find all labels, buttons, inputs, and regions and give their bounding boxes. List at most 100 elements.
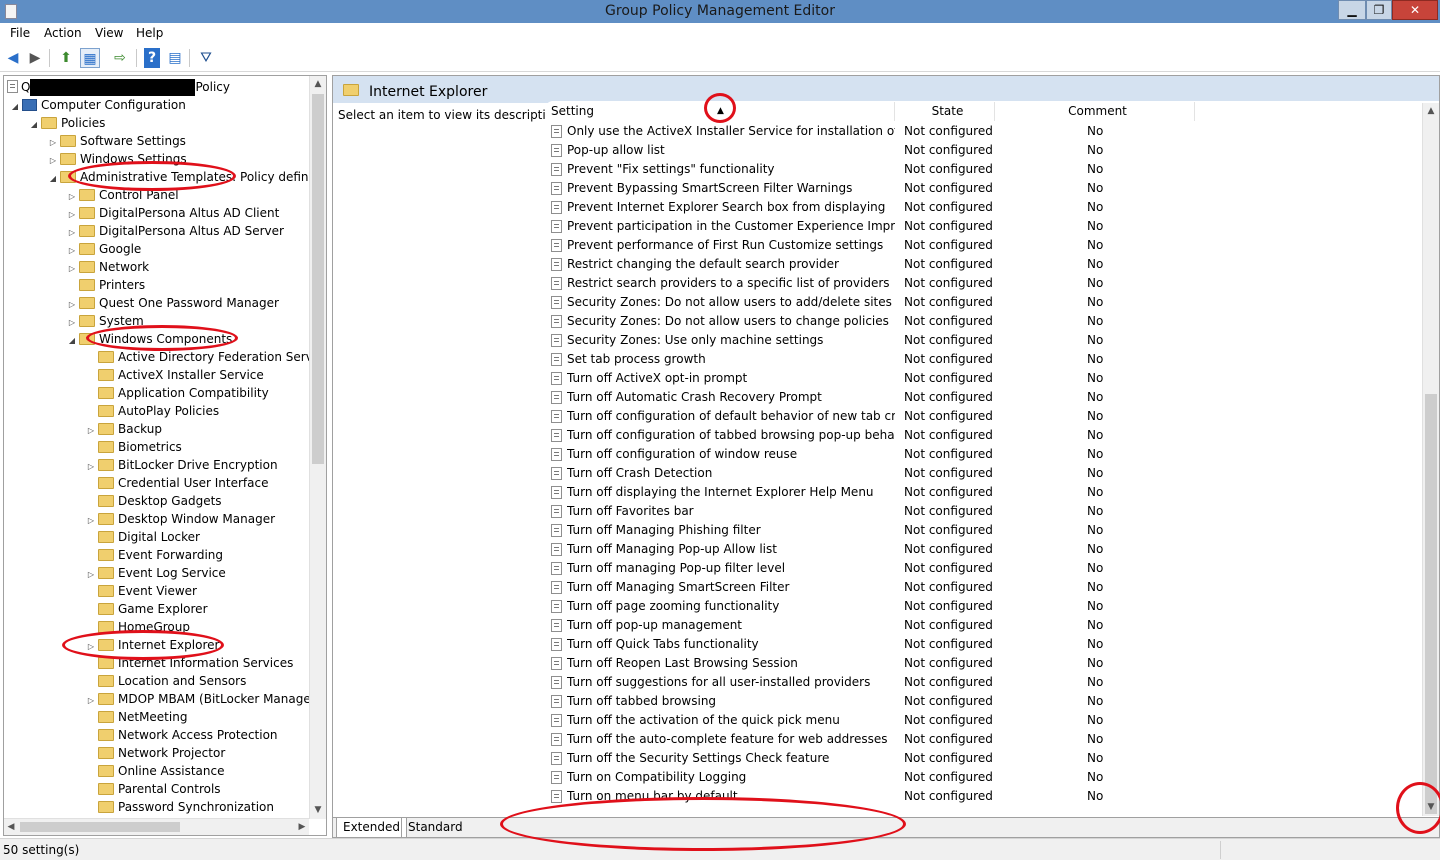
table-row[interactable]: Restrict search providers to a specific … <box>545 274 1425 293</box>
show-hide-tree-icon[interactable]: ▦ <box>80 48 100 68</box>
scroll-left-icon[interactable]: ◀ <box>4 819 18 835</box>
expanded-arrow-icon[interactable]: ◢ <box>29 116 39 134</box>
scroll-up-icon[interactable]: ▲ <box>1423 103 1439 120</box>
tree-item[interactable]: ▷ BitLocker Drive Encryption <box>86 456 278 474</box>
column-header-state[interactable]: State <box>895 102 995 121</box>
tree-item[interactable]: ▷ System <box>67 312 144 330</box>
minimize-button[interactable]: ▁ <box>1338 0 1366 20</box>
table-row[interactable]: Turn off configuration of window reuse No… <box>545 445 1425 464</box>
table-row[interactable]: Turn on Compatibility Logging Not configu… <box>545 768 1425 787</box>
tree-item[interactable]: ▷ DigitalPersona Altus AD Server <box>67 222 284 240</box>
tree-item[interactable]: ▷ Quest One Password Manager <box>67 294 279 312</box>
table-row[interactable]: Turn off Quick Tabs functionality Not con… <box>545 635 1425 654</box>
tree-item[interactable]: ▷ Google <box>67 240 141 258</box>
scroll-down-icon[interactable]: ▼ <box>1423 799 1439 816</box>
table-row[interactable]: Turn off page zooming functionality Not c… <box>545 597 1425 616</box>
tree-item[interactable]: Network Projector <box>86 744 225 762</box>
restore-button[interactable]: ❐ <box>1366 0 1392 20</box>
forward-icon[interactable]: ▶ <box>25 48 45 68</box>
tree-horizontal-scrollbar[interactable]: ◀ ▶ <box>4 818 309 835</box>
help-icon[interactable]: ? <box>144 48 160 68</box>
tab-standard[interactable]: Standard <box>401 818 469 837</box>
tree-item[interactable]: ◢ Windows Components <box>67 330 232 348</box>
tree-item[interactable]: Credential User Interface <box>86 474 268 492</box>
scroll-thumb[interactable] <box>1425 394 1437 814</box>
column-header-comment[interactable]: Comment <box>995 102 1195 121</box>
table-row[interactable]: Turn off Managing Pop-up Allow list Not c… <box>545 540 1425 559</box>
tree-item[interactable]: Location and Sensors <box>86 672 246 690</box>
table-row[interactable]: Turn off Automatic Crash Recovery Prompt… <box>545 388 1425 407</box>
filter-icon[interactable]: ⛛ <box>196 48 216 68</box>
tree-item[interactable]: ◢ Policies <box>29 114 105 132</box>
tree-vertical-scrollbar[interactable]: ▲ ▼ <box>309 76 326 819</box>
table-row[interactable]: Turn off the activation of the quick pic… <box>545 711 1425 730</box>
tree-item[interactable]: ▷ Desktop Window Manager <box>86 510 275 528</box>
tree-item[interactable]: Event Viewer <box>86 582 197 600</box>
tree-item[interactable]: Network Access Protection <box>86 726 278 744</box>
properties-icon[interactable]: ▤ <box>165 48 185 68</box>
up-folder-icon[interactable]: ⬆ <box>56 48 76 68</box>
settings-list[interactable]: Setting ▲ State Comment Only use the Acti… <box>545 101 1439 818</box>
table-row[interactable]: Prevent "Fix settings" functionality Not … <box>545 160 1425 179</box>
expanded-arrow-icon[interactable]: ◢ <box>67 332 77 350</box>
tab-extended[interactable]: Extended <box>336 818 407 837</box>
table-row[interactable]: Prevent Internet Explorer Search box fro… <box>545 198 1425 217</box>
table-row[interactable]: Turn off Managing SmartScreen Filter Not … <box>545 578 1425 597</box>
tree-item[interactable]: AutoPlay Policies <box>86 402 219 420</box>
table-row[interactable]: Security Zones: Do not allow users to ch… <box>545 312 1425 331</box>
tree-item[interactable]: ▷ DigitalPersona Altus AD Client <box>67 204 279 222</box>
table-row[interactable]: Restrict changing the default search pro… <box>545 255 1425 274</box>
tree-item[interactable]: Event Forwarding <box>86 546 223 564</box>
table-row[interactable]: Turn off Reopen Last Browsing Session Not… <box>545 654 1425 673</box>
scroll-down-icon[interactable]: ▼ <box>310 802 326 819</box>
menu-action[interactable]: Action <box>44 26 82 40</box>
menu-view[interactable]: View <box>95 26 123 40</box>
table-row[interactable]: Prevent Bypassing SmartScreen Filter War… <box>545 179 1425 198</box>
tree-item[interactable]: ▷ MDOP MBAM (BitLocker Managem <box>86 690 323 708</box>
table-row[interactable]: Turn off the Security Settings Check fea… <box>545 749 1425 768</box>
table-row[interactable]: Pop-up allow list Not configured No <box>545 141 1425 160</box>
scroll-up-icon[interactable]: ▲ <box>310 76 326 93</box>
table-row[interactable]: Security Zones: Use only machine setting… <box>545 331 1425 350</box>
tree-item[interactable]: ◢ Administrative Templates: Policy defini… <box>48 168 326 188</box>
column-header-setting[interactable]: Setting ▲ <box>545 102 895 121</box>
table-row[interactable]: Turn off Crash Detection Not configured No <box>545 464 1425 483</box>
table-row[interactable]: Turn off suggestions for all user-instal… <box>545 673 1425 692</box>
tree-item[interactable]: Desktop Gadgets <box>86 492 222 510</box>
table-row[interactable]: Turn off the auto-complete feature for w… <box>545 730 1425 749</box>
table-row[interactable]: Turn off Favorites bar Not configured No <box>545 502 1425 521</box>
tree-item[interactable]: ▷ Backup <box>86 420 162 438</box>
table-row[interactable]: Turn off pop-up management Not configured… <box>545 616 1425 635</box>
table-row[interactable]: Security Zones: Do not allow users to ad… <box>545 293 1425 312</box>
table-row[interactable]: Turn off configuration of tabbed browsin… <box>545 426 1425 445</box>
table-row[interactable]: Turn off tabbed browsing Not configured No <box>545 692 1425 711</box>
tree-item[interactable]: ▷ Network <box>67 258 149 276</box>
tree-item[interactable]: Active Directory Federation Services <box>86 348 326 366</box>
table-row[interactable]: Prevent participation in the Customer Ex… <box>545 217 1425 236</box>
tree-item[interactable]: ▷ Control Panel <box>67 186 179 204</box>
close-button[interactable]: ✕ <box>1392 0 1438 20</box>
tree-item[interactable]: Online Assistance <box>86 762 224 780</box>
table-row[interactable]: Only use the ActiveX Installer Service f… <box>545 122 1425 141</box>
table-row[interactable]: Turn off configuration of default behavi… <box>545 407 1425 426</box>
export-list-icon[interactable]: ⇨ <box>110 48 130 68</box>
expanded-arrow-icon[interactable]: ◢ <box>10 98 20 116</box>
menu-file[interactable]: File <box>10 26 30 40</box>
tree-item[interactable]: HomeGroup <box>86 618 190 636</box>
table-row[interactable]: Turn off Managing Phishing filter Not con… <box>545 521 1425 540</box>
tree-item[interactable]: NetMeeting <box>86 708 187 726</box>
tree-item[interactable]: ◢ Computer Configuration <box>10 96 186 114</box>
tree-item[interactable]: Password Synchronization <box>86 798 274 816</box>
list-vertical-scrollbar[interactable]: ▲ ▼ <box>1422 103 1439 816</box>
table-row[interactable]: Turn off displaying the Internet Explore… <box>545 483 1425 502</box>
tree-item[interactable]: ▷ Software Settings <box>48 132 186 150</box>
tree-root[interactable]: Q Policy <box>7 78 230 96</box>
table-row[interactable]: Turn off ActiveX opt-in prompt Not config… <box>545 369 1425 388</box>
back-icon[interactable]: ◀ <box>3 48 23 68</box>
tree-item[interactable]: Parental Controls <box>86 780 221 798</box>
table-row[interactable]: Prevent performance of First Run Customi… <box>545 236 1425 255</box>
scroll-right-icon[interactable]: ▶ <box>295 819 309 835</box>
tree-item[interactable]: Game Explorer <box>86 600 208 618</box>
expanded-arrow-icon[interactable]: ◢ <box>48 170 58 188</box>
tree-item[interactable]: ▷ Internet Explorer <box>86 636 220 654</box>
